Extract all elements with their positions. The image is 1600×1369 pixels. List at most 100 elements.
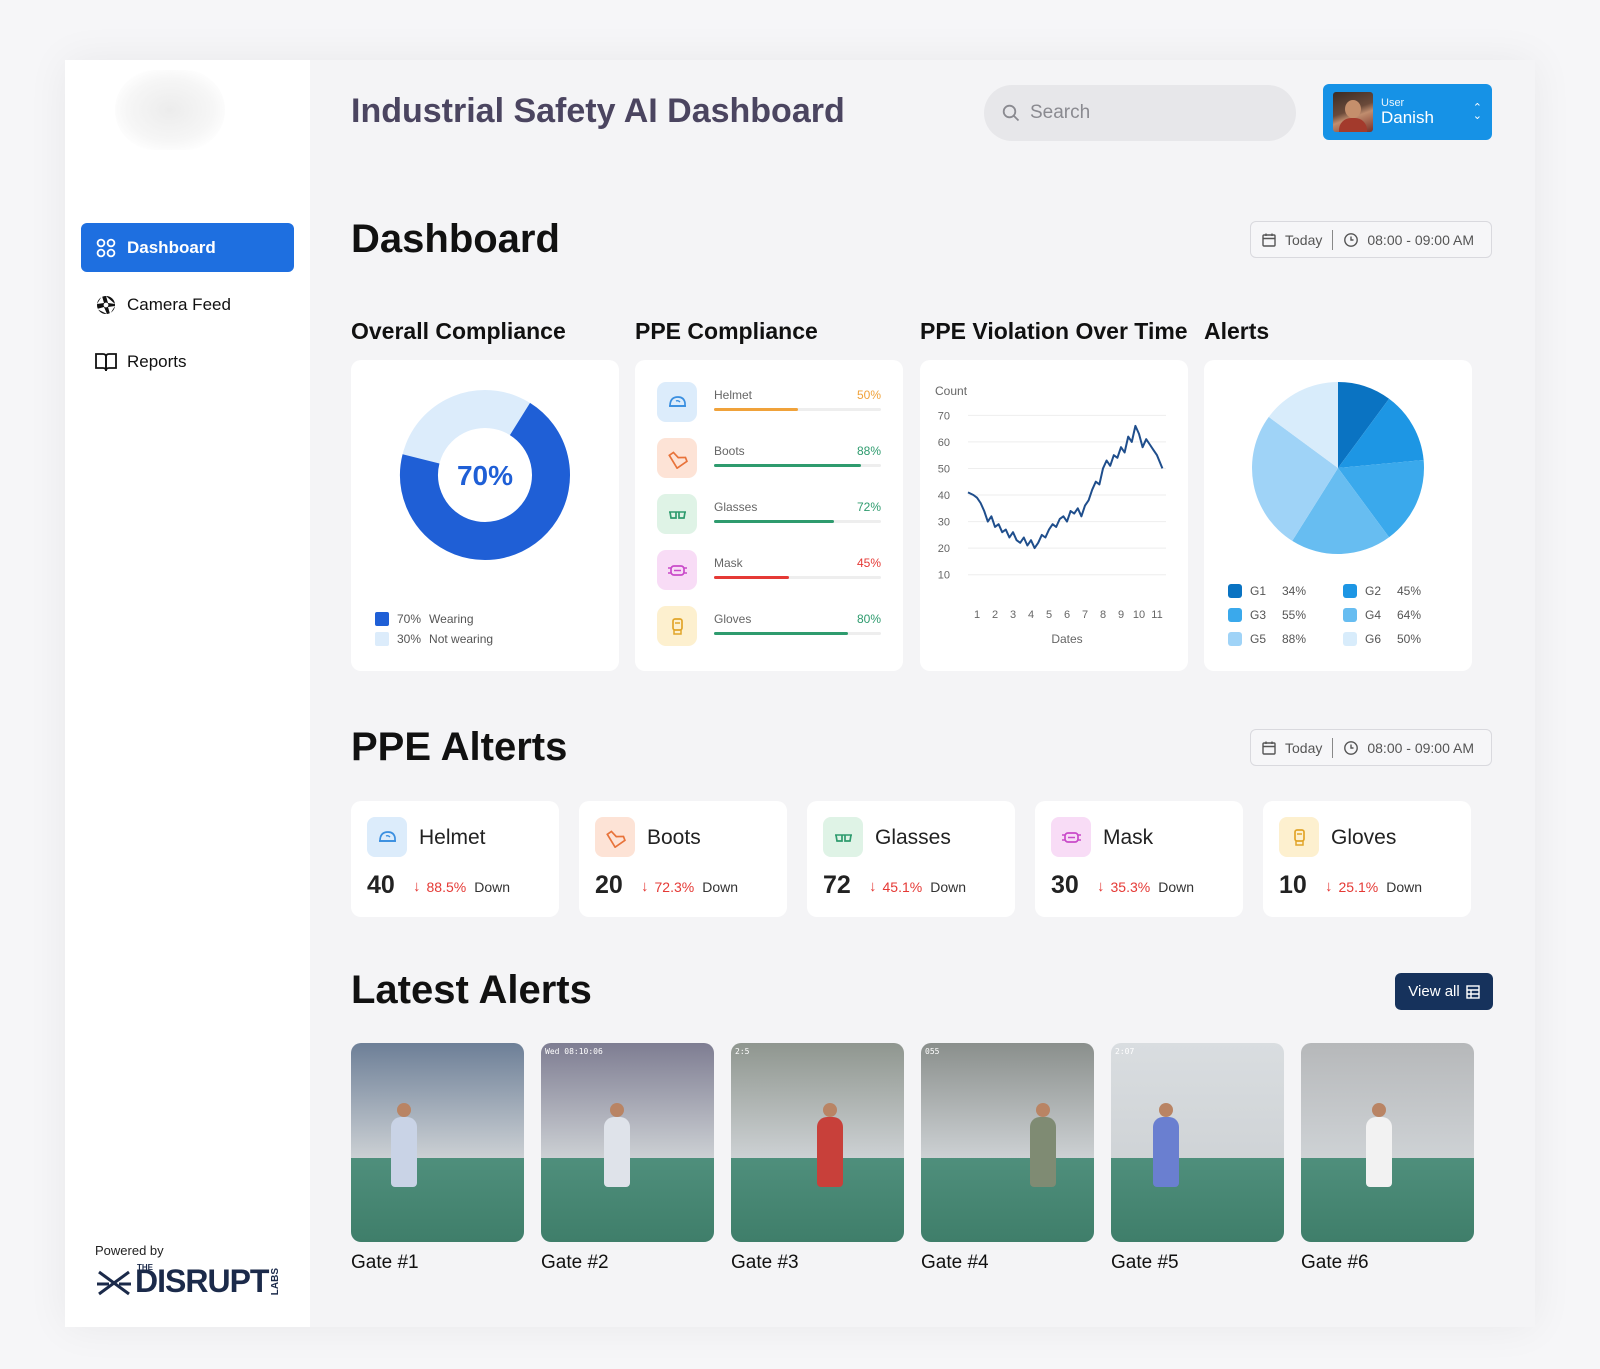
ppe-alert-card-mask[interactable]: Mask 30 ↓ 35.3% Down — [1035, 801, 1243, 917]
camera-thumbnail[interactable]: Wed 08:10:06 — [541, 1043, 714, 1242]
ppe-name: Boots — [714, 444, 745, 458]
gate-label: Gate #2 — [541, 1252, 609, 1273]
y-tick-label: 20 — [938, 543, 950, 555]
ppe-compliance-row: Boots 88% — [657, 438, 881, 494]
ppe-alert-card-helmet[interactable]: Helmet 40 ↓ 88.5% Down — [351, 801, 559, 917]
alerts-legend-item: G4 64% — [1343, 606, 1458, 623]
camera-thumbnail[interactable]: 055 — [921, 1043, 1094, 1242]
y-axis-label: Count — [935, 384, 968, 398]
date-label: Today — [1285, 231, 1323, 248]
gate-label: Gate #6 — [1301, 1252, 1369, 1273]
sidebar-item-reports[interactable]: Reports — [81, 337, 294, 386]
ppe-alert-change-pct: 88.5% — [426, 878, 467, 895]
ppe-progress-fill — [714, 576, 790, 579]
search-bar[interactable] — [984, 85, 1296, 141]
ppe-compliance-row: Glasses 72% — [657, 494, 881, 550]
ppe-alert-name: Boots — [647, 826, 701, 849]
clock-icon — [1344, 740, 1359, 755]
ppe-alert-card-boots[interactable]: Boots 20 ↓ 72.3% Down — [579, 801, 787, 917]
legend-label: Wearing — [429, 612, 474, 626]
brand-mark-icon — [97, 1270, 131, 1295]
legend-item-wearing: 70% Wearing — [375, 609, 493, 629]
time-label: 08:00 - 09:00 AM — [1367, 739, 1474, 756]
search-input[interactable] — [1030, 102, 1270, 124]
legend-swatch — [1228, 583, 1242, 598]
sidebar-item-label: Dashboard — [127, 237, 216, 257]
arrow-down-icon: ↓ — [413, 878, 421, 895]
ppe-alert-count: 40 — [367, 871, 395, 899]
brand-logo: THE DISRUPT LABS — [95, 1263, 281, 1300]
x-tick-label: 5 — [1046, 609, 1052, 621]
sidebar-item-label: Camera Feed — [127, 294, 231, 314]
sidebar-item-dashboard[interactable]: Dashboard — [81, 223, 294, 272]
ppe-compliance-row: Mask 45% — [657, 550, 881, 606]
y-tick-label: 10 — [938, 570, 950, 582]
ppe-alert-direction: Down — [474, 878, 510, 895]
date-label: Today — [1285, 739, 1323, 756]
view-all-button[interactable]: View all — [1395, 973, 1493, 1010]
ppe-alerts-date-filter[interactable]: Today 08:00 - 09:00 AM — [1250, 729, 1492, 766]
ppe-alert-card-glasses[interactable]: Glasses 72 ↓ 45.1% Down — [807, 801, 1015, 917]
x-tick-label: 4 — [1028, 609, 1034, 621]
camera-thumbnail[interactable] — [351, 1043, 524, 1242]
app-window: Dashboard Camera Feed Reports Powered by… — [65, 60, 1535, 1327]
ppe-name: Helmet — [714, 388, 753, 402]
ppe-compliance-row: Helmet 50% — [657, 382, 881, 438]
search-icon — [1002, 104, 1020, 122]
scene-floor — [1111, 1158, 1284, 1242]
x-tick-label: 11 — [1151, 609, 1162, 621]
y-tick-label: 60 — [938, 437, 950, 449]
camera-thumbnail[interactable] — [1301, 1043, 1474, 1242]
calendar-icon — [1262, 741, 1276, 755]
sidebar-item-camera-feed[interactable]: Camera Feed — [81, 280, 294, 329]
app-title: Industrial Safety AI Dashboard — [351, 92, 845, 130]
camera-thumbnail[interactable]: 2:5 — [731, 1043, 904, 1242]
alerts-legend-item: G1 34% — [1228, 582, 1343, 599]
gate-label: Gate #3 — [731, 1252, 799, 1273]
time-label: 08:00 - 09:00 AM — [1367, 231, 1474, 248]
arrow-down-icon: ↓ — [1325, 878, 1333, 895]
legend-swatch — [375, 612, 389, 626]
worker-figure — [1153, 1117, 1179, 1187]
divider — [1332, 229, 1334, 250]
ppe-alert-change-pct: 35.3% — [1110, 878, 1151, 895]
ppe-progress-track — [714, 408, 881, 411]
ppe-name: Mask — [714, 556, 743, 570]
y-tick-label: 70 — [938, 410, 950, 422]
legend-value: 45% — [1397, 583, 1422, 598]
clock-icon — [1344, 232, 1359, 247]
worker-figure — [817, 1117, 843, 1187]
legend-swatch — [1228, 631, 1242, 646]
ppe-alert-count: 10 — [1279, 871, 1307, 899]
chevron-updown-icon: ⌃ ⌄ — [1472, 102, 1482, 122]
arrow-down-icon: ↓ — [1097, 878, 1105, 895]
ppe-pct: 72% — [856, 500, 881, 514]
brand-word: DISRUPT — [135, 1263, 269, 1299]
ppe-alert-change-pct: 25.1% — [1338, 878, 1379, 895]
brand-labs: LABS — [270, 1267, 282, 1296]
x-tick-label: 9 — [1118, 609, 1124, 621]
legend-item-not-wearing: 30% Not wearing — [375, 629, 493, 649]
gate-label: Gate #1 — [351, 1252, 419, 1273]
ppe-alert-card-gloves[interactable]: Gloves 10 ↓ 25.1% Down — [1263, 801, 1471, 917]
ppe-alert-name: Glasses — [875, 826, 951, 849]
date-range-filter[interactable]: Today 08:00 - 09:00 AM — [1250, 221, 1492, 258]
legend-swatch — [1343, 631, 1357, 646]
alerts-legend-item: G3 55% — [1228, 606, 1343, 623]
brand-the: THE — [137, 1263, 153, 1272]
scene-wall — [921, 1043, 1094, 1163]
y-tick-label: 30 — [938, 517, 950, 529]
glasses-icon — [657, 494, 697, 534]
sidebar-item-label: Reports — [127, 351, 187, 371]
ppe-alert-change-pct: 72.3% — [654, 878, 695, 895]
legend-label: G3 — [1250, 607, 1267, 622]
ppe-alert-name: Gloves — [1331, 826, 1397, 849]
camera-thumbnail[interactable]: 2:07 — [1111, 1043, 1284, 1242]
ppe-alert-change: ↓ 35.3% Down — [1097, 878, 1194, 895]
ppe-progress-track — [714, 576, 881, 579]
x-tick-label: 2 — [992, 609, 998, 621]
ppe-progress-fill — [714, 408, 798, 411]
ppe-compliance-card: Helmet 50% Boots 88% Glasses 72% Mask 45% Gloves… — [635, 360, 903, 671]
user-menu[interactable]: User Danish ⌃ ⌄ — [1323, 84, 1492, 140]
ppe-progress-fill — [714, 520, 835, 523]
